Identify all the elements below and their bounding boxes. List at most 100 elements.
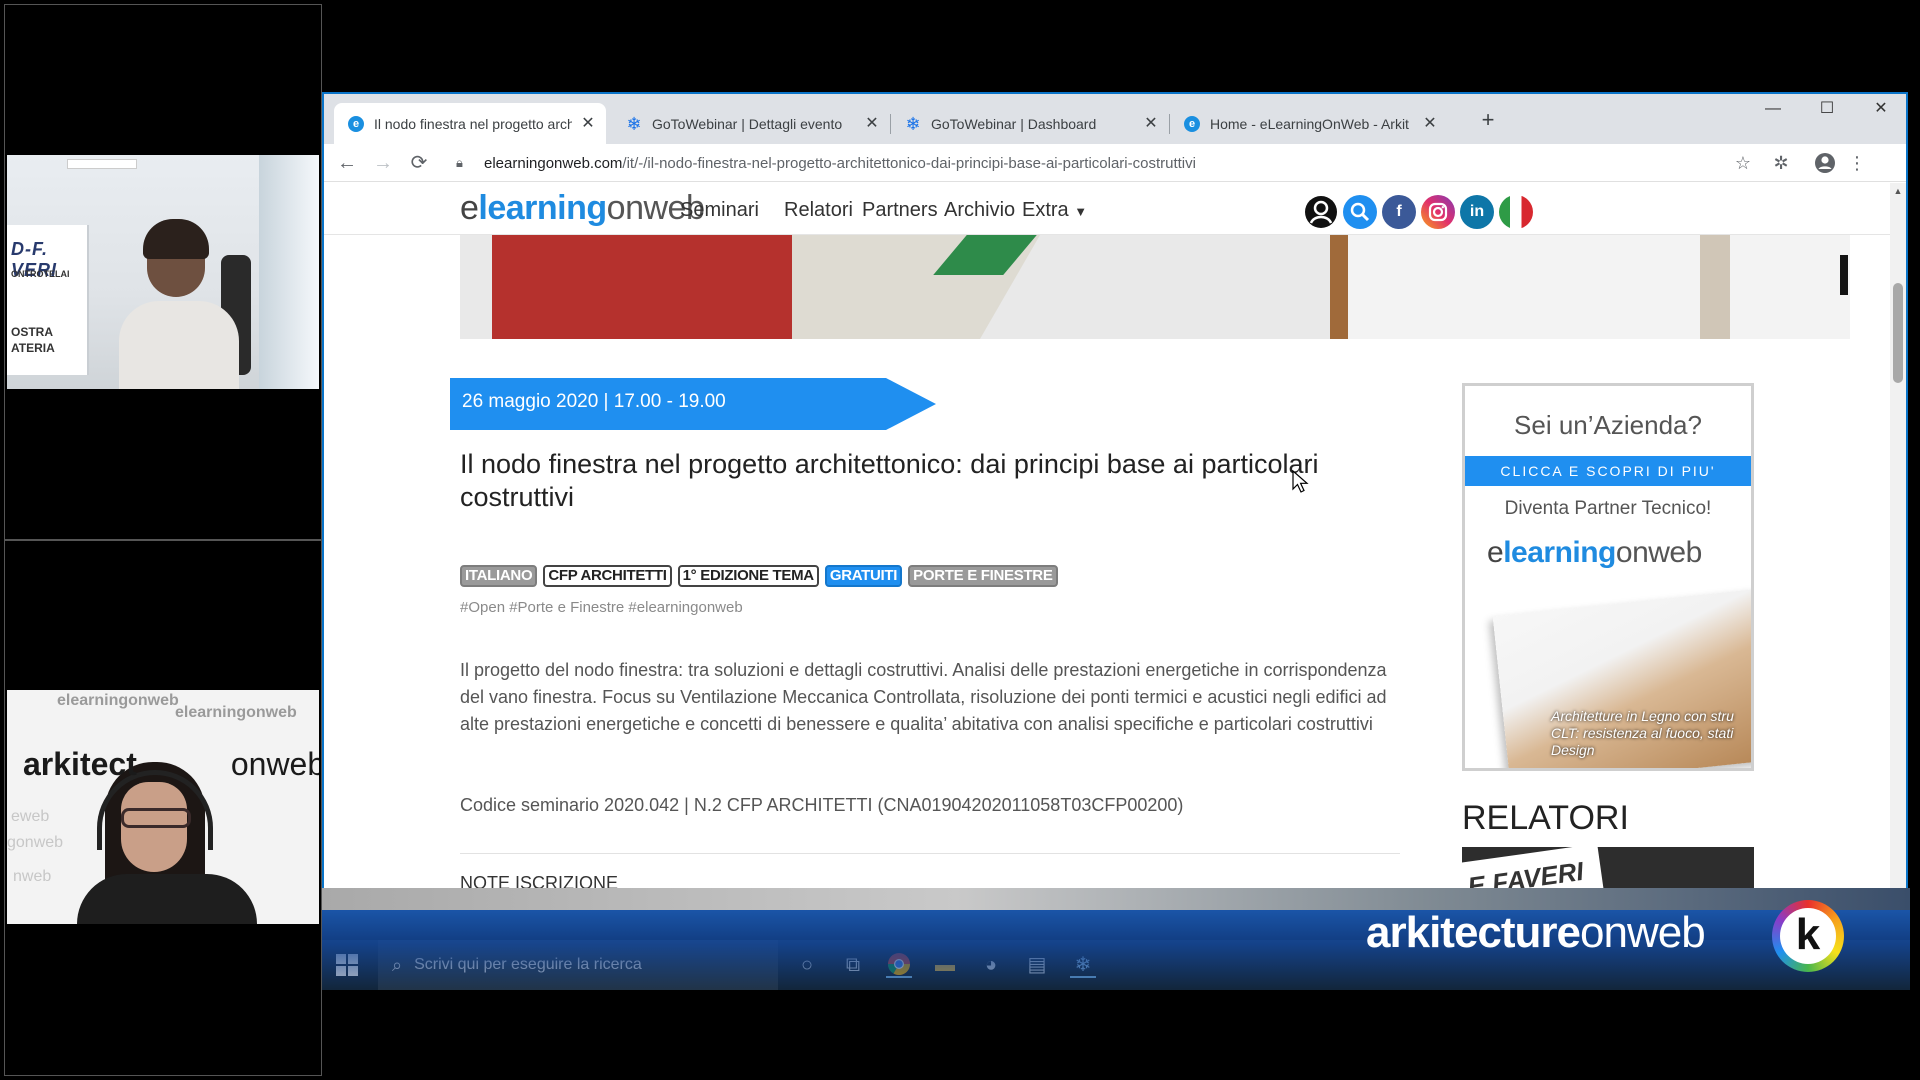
tab-gotowebinar-dettagli[interactable]: ❄ GoToWebinar | Dettagli evento ✕	[612, 103, 890, 144]
bookmark-star-icon[interactable]: ☆	[1728, 148, 1758, 178]
instagram-icon[interactable]	[1421, 195, 1455, 229]
tab-home-elearningonweb[interactable]: e Home - eLearningOnWeb - Arkit ✕	[1170, 103, 1448, 144]
maximize-button[interactable]: ☐	[1804, 94, 1850, 124]
scroll-up-icon[interactable]: ▲	[1890, 183, 1906, 199]
lock-icon: 🔒︎	[456, 155, 463, 170]
tab-title: GoToWebinar | Dashboard	[931, 115, 1097, 132]
app-icon[interactable]: ▤	[1024, 952, 1050, 978]
webcam-panel-speaker-1: D-F. VERI ONTROTELAI OSTRA ATERIA	[4, 4, 322, 540]
search-icon[interactable]	[1343, 195, 1377, 229]
menu-relatori[interactable]: Relatori	[784, 199, 853, 222]
search-icon: ⌕	[392, 954, 403, 975]
gotowebinar-icon: ❄	[905, 113, 921, 134]
office-window	[259, 155, 319, 389]
magazine-caption: Architetture in Legno con stru CLT: resi…	[1551, 708, 1734, 758]
menu-seminari[interactable]: Seminari	[680, 199, 759, 222]
office-banner-line: OSTRA	[11, 325, 53, 339]
scrollbar-thumb[interactable]	[1893, 283, 1903, 383]
user-icon[interactable]	[1304, 195, 1338, 229]
tab-gotowebinar-dashboard[interactable]: ❄ GoToWebinar | Dashboard ✕	[891, 103, 1169, 144]
new-tab-button[interactable]: +	[1474, 106, 1502, 134]
facebook-icon[interactable]: f	[1382, 195, 1416, 229]
seminar-code: Codice seminario 2020.042 | N.2 CFP ARCH…	[460, 795, 1184, 815]
office-banner: D-F. VERI ONTROTELAI OSTRA ATERIA	[7, 225, 89, 375]
photo-sign-text: E FAVERI	[1465, 855, 1586, 902]
file-explorer-icon[interactable]: ▬	[932, 952, 958, 978]
section-divider	[460, 853, 1400, 854]
tab-nodo-finestra[interactable]: e Il nodo finestra nel progetto arch ✕	[334, 103, 606, 144]
close-tab-icon[interactable]: ✕	[864, 115, 880, 132]
ie-icon: e	[1184, 115, 1200, 132]
mouse-cursor-icon	[1292, 470, 1309, 493]
ad-question: Sei un’Azienda?	[1514, 410, 1702, 440]
tag-italiano[interactable]: ITALIANO	[460, 565, 538, 587]
ceiling-lamp	[67, 159, 137, 169]
minimize-button[interactable]: —	[1750, 94, 1796, 124]
event-date-ribbon: 26 maggio 2020 | 17.00 - 19.00	[450, 378, 936, 430]
forward-button[interactable]: →	[368, 148, 398, 178]
tag-porte-e-finestre[interactable]: PORTE E FINESTRE	[908, 565, 1058, 587]
taskbar-search-box[interactable]: ⌕ Scrivi qui per eseguire la ricerca	[378, 940, 778, 990]
profile-icon[interactable]	[1810, 148, 1840, 178]
gotowebinar-icon[interactable]: ❄	[1070, 952, 1096, 978]
event-tags: ITALIANO CFP ARCHITETTI 1° EDIZIONE TEMA…	[460, 565, 1058, 587]
ad-partner-text: Diventa Partner Tecnico!	[1504, 498, 1712, 519]
site-header: elearningonweb Seminari Relatori Partner…	[324, 183, 1894, 235]
extension-icon[interactable]: ✲	[1766, 148, 1796, 178]
page-scrollbar[interactable]: ▲	[1890, 183, 1906, 908]
elearningonweb-logo: elearningonweb	[1487, 536, 1702, 569]
screen: D-F. VERI ONTROTELAI OSTRA ATERIA elearn…	[0, 0, 1920, 1080]
close-tab-icon[interactable]: ✕	[1143, 115, 1159, 132]
background-watermark: elearningonweb	[175, 704, 297, 721]
menu-partners[interactable]: Partners	[862, 199, 938, 222]
k-logo-icon: k	[1772, 900, 1844, 972]
office-banner-line: ATERIA	[11, 341, 55, 355]
menu-archivio[interactable]: Archivio	[944, 199, 1015, 222]
background-watermark: nweb	[13, 868, 52, 885]
event-title: Il nodo finestra nel progetto architetto…	[460, 449, 1319, 512]
tag-gratuiti[interactable]: GRATUITI	[824, 565, 903, 587]
arkitectureonweb-logo: arkitectureonweb	[1366, 908, 1706, 957]
speaker-photo[interactable]: E FAVERI	[1462, 847, 1754, 908]
menu-extra[interactable]: Extra ▼	[1022, 199, 1087, 222]
background-watermark: elearningonweb	[57, 692, 179, 709]
webcam-video-speaker-2: elearningonweb elearningonweb eweb gonwe…	[7, 690, 319, 924]
elearningonweb-logo[interactable]: elearningonweb	[460, 189, 705, 228]
address-bar[interactable]: 🔒︎ elearningonweb.com/it/-/il-nodo-fines…	[456, 147, 1846, 179]
web-page: elearningonweb Seminari Relatori Partner…	[324, 183, 1894, 908]
task-view-icon[interactable]: ⧉	[840, 952, 866, 978]
event-date: 26 maggio 2020 | 17.00 - 19.00	[462, 391, 726, 412]
app-icon[interactable]: ◕	[978, 952, 1004, 978]
caret-down-icon: ▼	[1074, 204, 1088, 219]
gotowebinar-icon: ❄	[626, 113, 642, 134]
close-tab-icon[interactable]: ✕	[580, 115, 596, 132]
speaker-2-person	[77, 762, 257, 924]
tab-strip: e Il nodo finestra nel progetto arch ✕ ❄…	[324, 94, 1906, 144]
ad-cta-button[interactable]: CLICCA E SCOPRI DI PIU'	[1465, 456, 1751, 486]
tag-cfp-architetti[interactable]: CFP ARCHITETTI	[543, 565, 672, 587]
url-domain: elearningonweb.com	[484, 154, 623, 172]
background-watermark: gonweb	[7, 834, 64, 851]
speaker-1-person	[119, 219, 239, 389]
close-window-button[interactable]: ✕	[1858, 94, 1904, 124]
cortana-icon[interactable]: ○	[794, 952, 820, 978]
url-path: /it/-/il-nodo-finestra-nel-progetto-arch…	[622, 154, 1196, 172]
taskbar-search-placeholder: Scrivi qui per eseguire la ricerca	[414, 956, 642, 973]
relatori-heading: RELATORI	[1462, 799, 1629, 837]
browser-toolbar: ← → ⟳ 🔒︎ elearningonweb.com/it/-/il-nodo…	[324, 144, 1906, 182]
tag-prima-edizione[interactable]: 1° EDIZIONE TEMA	[677, 565, 819, 587]
reload-button[interactable]: ⟳	[404, 148, 434, 178]
italian-flag-icon[interactable]	[1499, 195, 1533, 229]
linkedin-icon[interactable]: in	[1460, 195, 1494, 229]
tab-title: Il nodo finestra nel progetto arch	[374, 115, 572, 132]
back-button[interactable]: ←	[332, 148, 362, 178]
windows-start-icon[interactable]	[336, 954, 358, 976]
chrome-icon[interactable]	[886, 952, 912, 978]
webcam-panel-speaker-2: elearningonweb elearningonweb eweb gonwe…	[4, 540, 322, 1076]
partner-ad-banner[interactable]: Sei un’Azienda? CLICCA E SCOPRI DI PIU' …	[1462, 383, 1754, 771]
event-description: Il progetto del nodo finestra: tra soluz…	[460, 660, 1387, 734]
tab-title: Home - eLearningOnWeb - Arkit	[1210, 115, 1409, 132]
browser-menu-icon[interactable]: ⋮	[1842, 148, 1872, 178]
close-tab-icon[interactable]: ✕	[1422, 115, 1438, 132]
event-hashtags: #Open #Porte e Finestre #elearningonweb	[460, 599, 743, 616]
